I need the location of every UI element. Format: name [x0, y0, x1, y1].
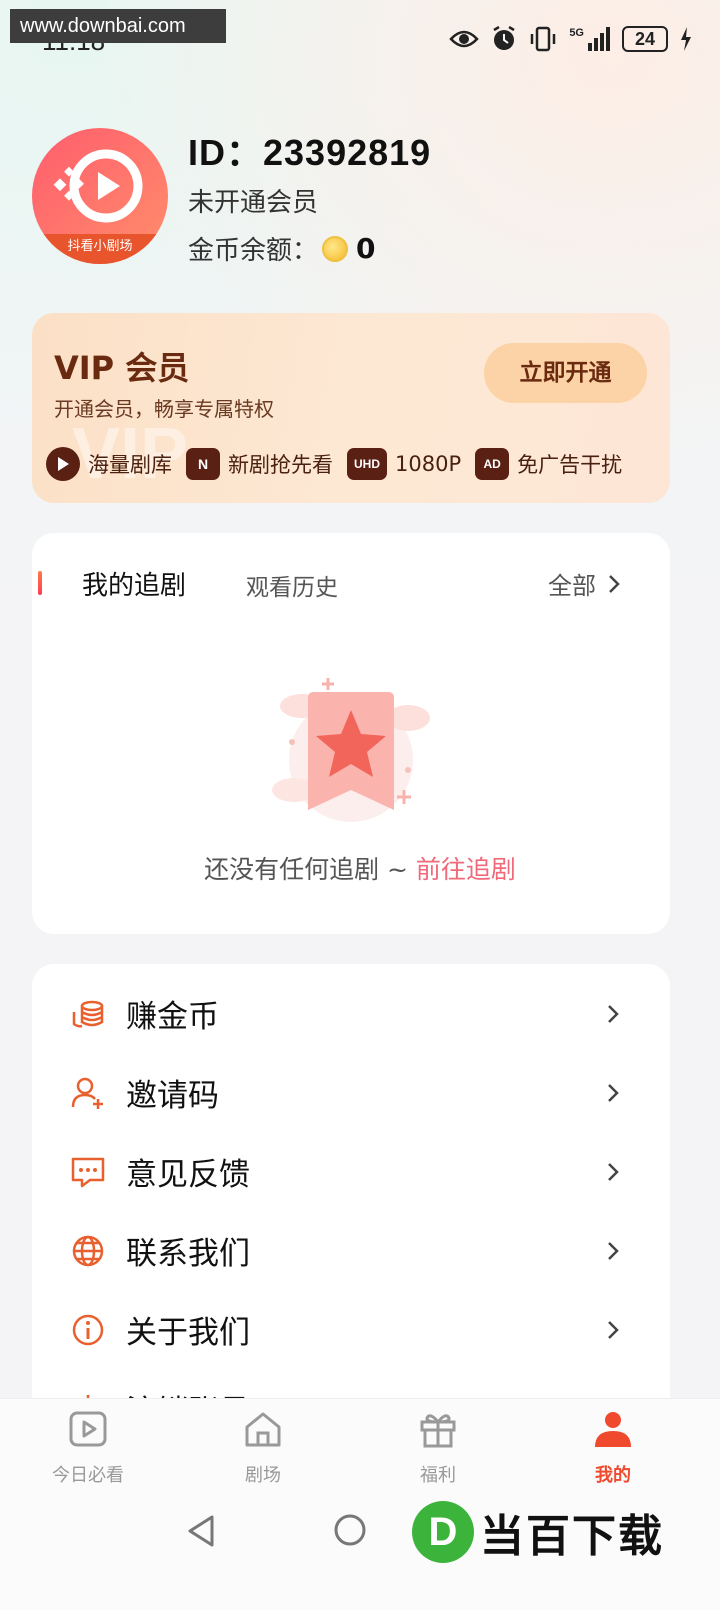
nav-label: 今日必看	[52, 1465, 124, 1486]
chevron-right-icon	[608, 1162, 619, 1181]
chevron-right-icon	[608, 1320, 619, 1339]
vibrate-icon	[531, 26, 556, 52]
play-icon	[46, 447, 80, 481]
coin-label: 金币余额：	[188, 236, 319, 266]
perk-new-drama: N 新剧抢先看	[186, 448, 333, 480]
new-drama-icon: N	[186, 448, 220, 480]
empty-star-icon	[272, 678, 430, 822]
perk-label: 新剧抢先看	[228, 453, 333, 477]
go-follow-link[interactable]: 前往追剧	[416, 855, 516, 884]
menu-item-feedback[interactable]: 意见反馈	[32, 1132, 670, 1211]
perk-label: 免广告干扰	[517, 453, 623, 477]
nav-label: 我的	[595, 1465, 631, 1486]
no-ad-icon: AD	[475, 448, 510, 480]
vip-perks: 海量剧库 N 新剧抢先看 UHD 1080P AD 免广告干扰	[46, 447, 622, 481]
menu-item-earn-coins[interactable]: 赚金币	[32, 974, 670, 1053]
chevron-right-icon	[609, 574, 620, 593]
menu-label: 邀请码	[126, 1078, 219, 1114]
info-icon	[72, 1314, 104, 1345]
gift-icon	[420, 1414, 456, 1448]
add-user-icon	[71, 1077, 103, 1109]
globe-icon	[72, 1235, 104, 1266]
play-square-icon	[69, 1411, 107, 1447]
avatar[interactable]: 抖看小剧场	[32, 128, 168, 264]
feedback-icon	[71, 1157, 105, 1187]
brand-logo-icon: D	[412, 1501, 474, 1563]
coin-icon	[322, 235, 349, 262]
perk-resolution: UHD 1080P	[347, 448, 461, 480]
menu-card: 赚金币 邀请码 意见反馈 联系我们 关于我们	[32, 964, 670, 1464]
home-icon	[245, 1412, 281, 1447]
perk-label: 1080P	[395, 452, 462, 476]
menu-label: 关于我们	[126, 1315, 250, 1351]
nav-welfare[interactable]: 福利	[378, 1409, 498, 1487]
empty-state-text: 还没有任何追剧 ~	[204, 855, 416, 884]
nav-label: 福利	[420, 1465, 456, 1486]
menu-item-invite-code[interactable]: 邀请码	[32, 1053, 670, 1132]
status-icons: 5G 24	[449, 26, 692, 52]
chevron-right-icon	[608, 1004, 619, 1023]
menu-label: 赚金币	[126, 999, 219, 1035]
empty-state-message: 还没有任何追剧 ~ 前往追剧	[0, 850, 720, 886]
open-vip-button[interactable]: 立即开通	[484, 343, 647, 403]
eye-icon	[449, 30, 480, 48]
coins-icon	[72, 1000, 104, 1027]
nav-label: 剧场	[245, 1465, 281, 1486]
view-all-label: 全部	[548, 572, 596, 600]
perk-no-ads: AD 免广告干扰	[475, 448, 622, 480]
nav-mine[interactable]: 我的	[553, 1409, 673, 1487]
menu-label: 联系我们	[126, 1236, 250, 1272]
vip-title: VIP 会员	[54, 349, 190, 387]
vip-subtitle: 开通会员，畅享专属特权	[54, 397, 274, 421]
network-type: 5G	[569, 27, 584, 39]
perk-library: 海量剧库	[46, 447, 172, 481]
avatar-caption: 抖看小剧场	[32, 234, 168, 264]
chevron-right-icon	[608, 1083, 619, 1102]
nav-theater[interactable]: 剧场	[203, 1409, 323, 1487]
menu-item-contact-us[interactable]: 联系我们	[32, 1211, 670, 1290]
view-all-link[interactable]: 全部	[548, 566, 620, 601]
brand-watermark: D 当百下载	[412, 1500, 664, 1564]
tab-watch-history[interactable]: 观看历史	[246, 568, 338, 602]
status-bar: 11:18 www.downbai.com 5G 24	[0, 0, 720, 80]
uhd-icon: UHD	[347, 448, 387, 480]
watermark: www.downbai.com	[10, 9, 226, 43]
menu-item-about-us[interactable]: 关于我们	[32, 1290, 670, 1369]
tab-my-follow[interactable]: 我的追剧	[82, 565, 186, 602]
nav-today-picks[interactable]: 今日必看	[28, 1409, 148, 1487]
vip-card[interactable]: VIP VIP 会员 开通会员，畅享专属特权 立即开通 海量剧库 N 新剧抢先看…	[32, 313, 670, 503]
coin-value: 0	[356, 232, 376, 265]
member-status: 未开通会员	[188, 188, 319, 218]
menu-label: 意见反馈	[126, 1157, 250, 1193]
profile-icon	[595, 1412, 631, 1447]
signal-icon: 5G	[569, 27, 610, 51]
bottom-nav: 今日必看 剧场 福利 我的	[0, 1398, 720, 1494]
chevron-right-icon	[608, 1241, 619, 1260]
alarm-icon	[493, 26, 515, 50]
charging-icon	[681, 27, 691, 51]
active-tab-indicator	[38, 571, 42, 595]
brand-text: 当百下载	[480, 1511, 664, 1562]
battery-indicator: 24	[622, 26, 668, 52]
perk-label: 海量剧库	[88, 453, 172, 477]
back-icon[interactable]	[186, 1514, 216, 1548]
home-button-icon[interactable]	[333, 1513, 367, 1547]
user-id: ID：23392819	[188, 132, 432, 173]
coin-balance: 金币余额： 0	[188, 230, 376, 267]
